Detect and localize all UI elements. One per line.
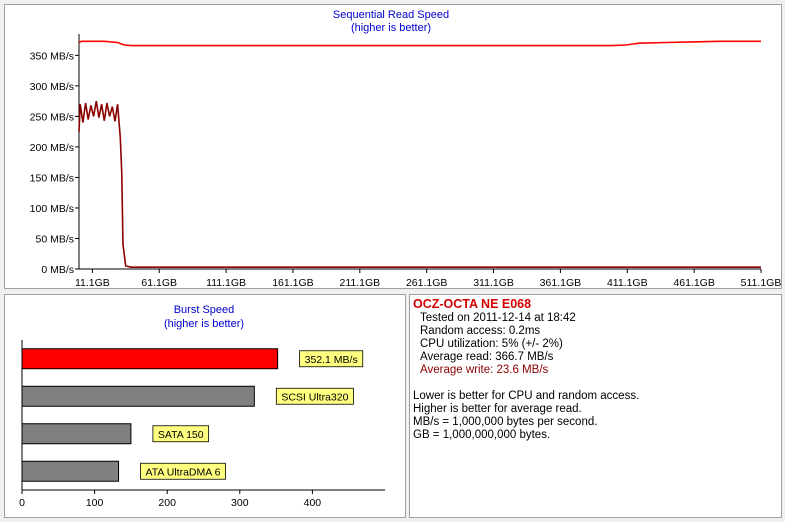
seq-x-tick-label: 111.1GB [206,277,246,288]
burst-bar-label: 352.1 MB/s [305,354,358,366]
seq-y-tick-label: 200 MB/s [30,142,74,154]
seq-x-tick-label: 61.1GB [141,277,177,288]
sequential-read-chart: Sequential Read Speed(higher is better) 0… [30,9,781,288]
burst-speed-panel: Burst Speed (higher is better) 0 100 200 300 4… [4,294,406,518]
seq-y-tick-label: 100 MB/s [30,203,74,215]
seq-x-tick-label: 11.1GB [75,277,110,288]
drive-info-panel: OCZ-OCTA NE E068 Tested on 2011-12-14 at… [409,294,782,518]
drive-name: OCZ-OCTA NE E068 [413,297,532,311]
burst-bar-ata-udma6 [21,460,120,482]
info-line-average-write: Average write: 23.6 MB/s [420,364,549,376]
seq-x-tick-label: 361.1GB [540,277,581,288]
burst-chart-subtitle: (higher is better) [164,318,244,330]
burst-x-tick-label: 200 [158,497,176,509]
burst-x-tick-label: 0 [19,497,25,509]
seq-x-tick-label: 411.1GB [607,277,648,288]
burst-chart-title: Burst Speed [174,304,235,316]
seq-x-tick-label: 311.1GB [473,277,514,288]
info-line-random-access: Random access: 0.2ms [420,325,541,337]
burst-x-tick-label: 100 [86,497,104,509]
info-line-cpu: CPU utilization: 5% (+/- 2%) [420,338,563,350]
seq-write-series-line [78,100,761,269]
seq-x-tick-label: 261.1GB [406,277,447,288]
seq-read-series-line [78,40,761,47]
burst-bar-scsi-ultra320 [21,385,255,407]
seq-y-tick-label: 300 MB/s [30,81,74,93]
seq-y-tick-label: 250 MB/s [30,111,74,123]
burst-x-tick-label: 400 [304,497,322,509]
note-line-3: MB/s = 1,000,000 bytes per second. [413,416,598,428]
burst-bar-sata-150 [21,423,132,445]
seq-y-tick-label: 0 MB/s [41,264,74,276]
seq-y-tick-label: 350 MB/s [30,50,74,62]
note-line-4: GB = 1,000,000,000 bytes. [413,429,551,441]
burst-bar-label: ATA UltraDMA 6 [146,466,221,478]
seq-chart-subtitle: (higher is better) [351,22,431,34]
burst-bar-ocz [21,348,279,370]
burst-bar-label: SCSI Ultra320 [281,391,348,403]
burst-speed-chart: Burst Speed (higher is better) 0 100 200 300 4… [19,304,385,509]
seq-y-tick-label: 150 MB/s [30,172,74,184]
seq-x-tick-label: 461.1GB [673,277,714,288]
seq-x-tick-label: 161.1GB [272,277,313,288]
burst-x-tick-label: 300 [231,497,249,509]
info-line-average-read: Average read: 366.7 MB/s [420,351,554,363]
info-line-tested: Tested on 2011-12-14 at 18:42 [420,312,576,324]
note-line-2: Higher is better for average read. [413,403,582,415]
seq-x-tick-label: 211.1GB [339,277,380,288]
seq-y-tick-label: 50 MB/s [35,233,74,245]
seq-chart-title: Sequential Read Speed [333,9,449,21]
seq-x-tick-label: 511.1GB [741,277,781,288]
burst-bar-label: SATA 150 [158,429,204,441]
sequential-read-panel: Sequential Read Speed (higher is better) 0… [4,4,782,289]
note-line-1: Lower is better for CPU and random acces… [413,390,640,402]
